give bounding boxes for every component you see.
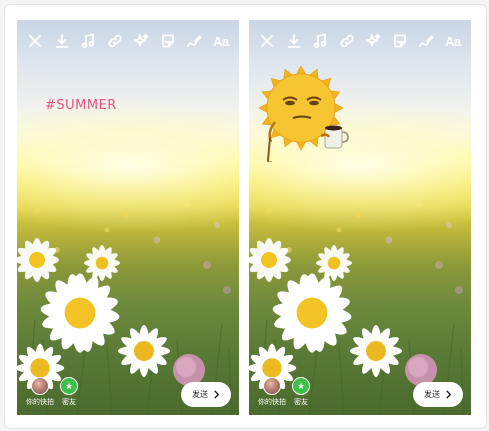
story-editor-right: Aa 你的快拍 ★ 密友 发送: [249, 20, 471, 415]
chevron-right-icon: [446, 390, 452, 399]
draw-icon[interactable]: [184, 31, 204, 51]
star-icon: ★: [292, 377, 310, 395]
close-icon[interactable]: [257, 31, 277, 51]
send-button[interactable]: 发送: [181, 382, 231, 407]
star-icon: ★: [60, 377, 78, 395]
download-icon[interactable]: [284, 31, 304, 51]
sun-with-coffee-sticker[interactable]: [257, 66, 357, 162]
share-bar: 你的快拍 ★ 密友 发送: [17, 369, 239, 415]
story-toolbar: Aa: [249, 28, 471, 54]
draw-icon[interactable]: [416, 31, 436, 51]
close-icon[interactable]: [25, 31, 45, 51]
link-icon[interactable]: [105, 31, 125, 51]
text-tool-button[interactable]: Aa: [211, 31, 231, 51]
download-icon[interactable]: [52, 31, 72, 51]
sparkles-icon[interactable]: [131, 31, 151, 51]
close-friends-label: 密友: [294, 399, 308, 406]
music-icon[interactable]: [310, 31, 330, 51]
sticker-icon[interactable]: [390, 31, 410, 51]
music-icon[interactable]: [78, 31, 98, 51]
story-editor-left: Aa #SUMMER 你的快拍 ★ 密友 发送: [17, 20, 239, 415]
story-toolbar: Aa: [17, 28, 239, 54]
close-friends-label: 密友: [62, 399, 76, 406]
link-icon[interactable]: [337, 31, 357, 51]
send-button-label: 发送: [192, 390, 208, 399]
send-button[interactable]: 发送: [413, 382, 463, 407]
hashtag-sticker[interactable]: #SUMMER: [45, 98, 117, 113]
chevron-right-icon: [214, 390, 220, 399]
text-tool-button[interactable]: Aa: [443, 31, 463, 51]
avatar: [31, 377, 49, 395]
close-friends-destination[interactable]: ★ 密友: [48, 377, 90, 407]
avatar: [263, 377, 281, 395]
send-button-label: 发送: [424, 390, 440, 399]
sticker-icon[interactable]: [158, 31, 178, 51]
close-friends-destination[interactable]: ★ 密友: [280, 377, 322, 407]
sparkles-icon[interactable]: [363, 31, 383, 51]
share-bar: 你的快拍 ★ 密友 发送: [249, 369, 471, 415]
